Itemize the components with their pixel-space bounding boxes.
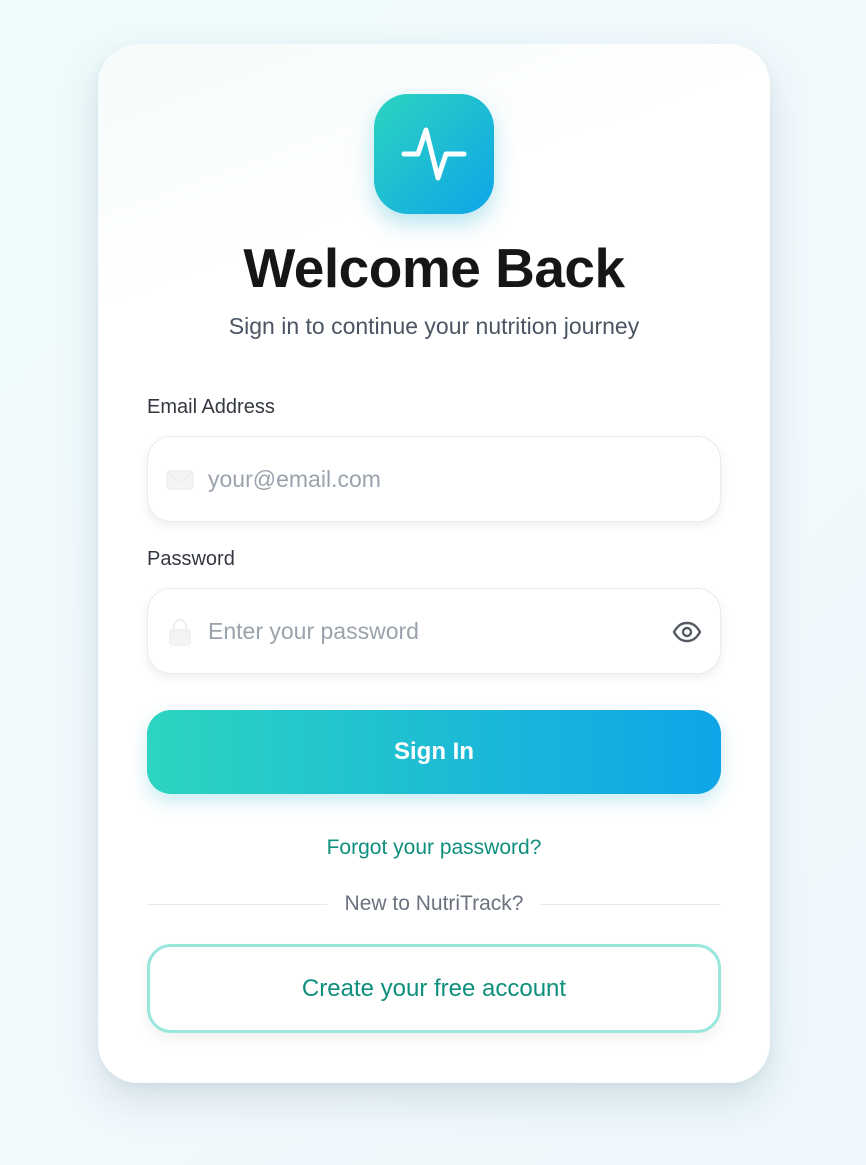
create-account-button[interactable]: Create your free account [147, 944, 721, 1033]
password-field-container[interactable] [147, 588, 721, 674]
email-input[interactable] [208, 437, 648, 521]
divider-text: New to NutriTrack? [344, 892, 524, 915]
password-input[interactable] [208, 589, 648, 673]
eye-icon[interactable] [672, 618, 702, 646]
activity-pulse-icon [401, 127, 467, 181]
app-logo [374, 94, 494, 214]
password-label: Password [147, 548, 235, 570]
forgot-password-link[interactable]: Forgot your password? [98, 836, 770, 860]
lock-icon [164, 616, 196, 648]
email-field-container[interactable] [147, 436, 721, 522]
sign-in-button[interactable]: Sign In [147, 710, 721, 794]
mail-icon [164, 464, 196, 496]
page-subtitle: Sign in to continue your nutrition journ… [228, 313, 640, 339]
login-card: Welcome Back Sign in to continue your nu… [98, 44, 770, 1083]
email-label: Email Address [147, 396, 275, 418]
page-title: Welcome Back [243, 237, 625, 299]
